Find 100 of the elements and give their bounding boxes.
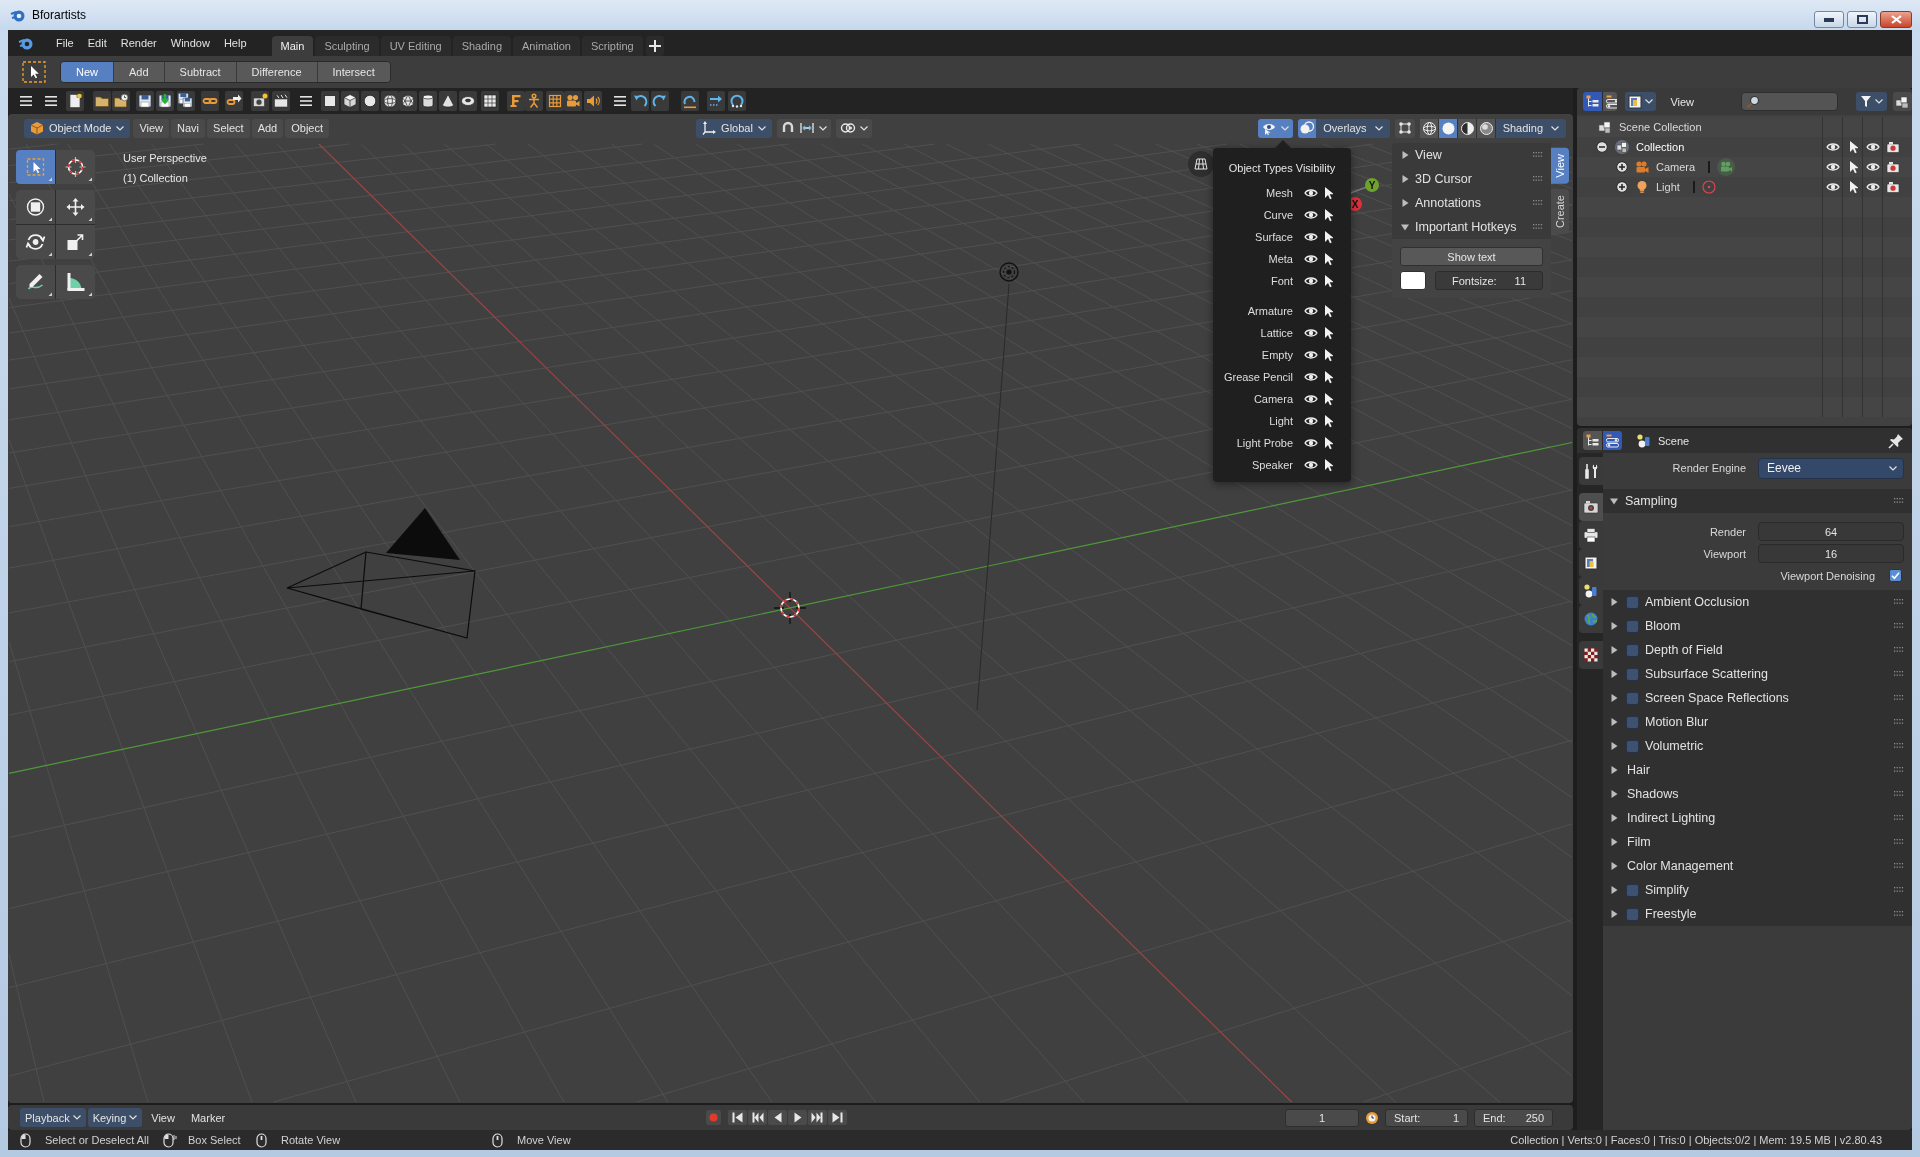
pointer-icon[interactable] xyxy=(1323,370,1333,384)
eye-icon[interactable] xyxy=(1304,350,1318,360)
checkbox[interactable] xyxy=(1626,643,1639,657)
eye-icon[interactable] xyxy=(1304,210,1318,220)
checkbox[interactable] xyxy=(1626,907,1639,921)
wireframe-sphere-icon[interactable] xyxy=(1419,118,1439,138)
sidebar-tab[interactable]: View xyxy=(1551,148,1569,184)
boolean-mode-button[interactable]: Difference xyxy=(235,62,317,82)
eye-icon[interactable] xyxy=(1304,306,1318,316)
folder-icon[interactable] xyxy=(93,91,111,111)
rendered-sphere-icon[interactable] xyxy=(1476,118,1496,138)
search-field[interactable] xyxy=(1741,92,1838,111)
eye-icon[interactable] xyxy=(1304,328,1318,338)
workspace-tab[interactable]: Sculpting xyxy=(315,36,379,56)
toggle-list-icon[interactable] xyxy=(1603,92,1618,111)
end-frame-field[interactable]: End: 250 xyxy=(1474,1108,1553,1127)
cube-icon[interactable] xyxy=(341,91,359,111)
jump-to-start-icon[interactable] xyxy=(728,1110,747,1125)
camera-icon[interactable] xyxy=(564,91,582,111)
eye-icon[interactable] xyxy=(1825,142,1840,152)
move-arrows-icon[interactable] xyxy=(56,190,95,224)
repeat-icon[interactable] xyxy=(681,91,699,111)
perspective-grid-icon[interactable] xyxy=(1188,151,1214,177)
boolean-mode-button[interactable]: Add xyxy=(113,62,164,82)
pointer-icon[interactable] xyxy=(1323,414,1333,428)
close-button[interactable] xyxy=(1880,11,1912,28)
pointer-icon[interactable] xyxy=(1323,458,1333,472)
outliner-row[interactable]: Scene Collection xyxy=(1577,117,1912,137)
checkbox[interactable] xyxy=(1626,595,1639,609)
chain-link-icon[interactable] xyxy=(201,91,219,111)
object-types-dropdown[interactable] xyxy=(1258,118,1294,138)
render-camera-icon[interactable] xyxy=(1885,141,1900,153)
pointer-icon[interactable] xyxy=(1323,274,1333,288)
globe-icon[interactable] xyxy=(1577,605,1603,633)
checkbox[interactable] xyxy=(1626,691,1639,705)
number-field[interactable]: 16 xyxy=(1758,544,1904,563)
cylinder-icon[interactable] xyxy=(419,91,437,111)
pointer-icon[interactable] xyxy=(1847,180,1858,194)
checkbox[interactable] xyxy=(1626,667,1639,681)
ruler-icon[interactable] xyxy=(56,265,95,299)
eye-icon[interactable] xyxy=(1304,188,1318,198)
plane-icon[interactable] xyxy=(321,91,339,111)
header-menu[interactable]: View xyxy=(133,118,170,138)
pencil-icon[interactable] xyxy=(16,265,55,299)
minimize-button[interactable] xyxy=(1814,11,1844,28)
header-menu[interactable]: Navi xyxy=(171,118,206,138)
boolean-mode-button[interactable]: Subtract xyxy=(163,62,236,82)
eye-icon[interactable] xyxy=(1304,394,1318,404)
circle-icon[interactable] xyxy=(361,91,379,111)
orientation-dropdown[interactable]: Global xyxy=(696,118,772,138)
timeline-menu[interactable]: View xyxy=(144,1107,182,1128)
overlay-toggle[interactable] xyxy=(1298,118,1317,138)
speaker-icon[interactable] xyxy=(584,91,602,111)
play-icon[interactable] xyxy=(788,1110,807,1125)
new-file-icon[interactable] xyxy=(66,91,84,111)
menu-item[interactable]: Help xyxy=(216,33,254,53)
checkbox[interactable] xyxy=(1626,739,1639,753)
pointer-icon[interactable] xyxy=(1323,304,1333,318)
panel-header[interactable]: View xyxy=(1392,143,1551,167)
eye-icon[interactable] xyxy=(1865,182,1880,192)
eye-icon[interactable] xyxy=(1825,182,1840,192)
shading-dropdown[interactable]: Shading xyxy=(1495,118,1566,138)
loop-icon[interactable] xyxy=(728,91,746,111)
eye-icon[interactable] xyxy=(1304,254,1318,264)
workspace-tab[interactable]: UV Editing xyxy=(380,36,451,56)
cursor-target-icon[interactable] xyxy=(56,150,95,184)
maximize-button[interactable] xyxy=(1847,11,1877,28)
timeline-dropdown[interactable]: Playback xyxy=(20,1108,86,1127)
mode-dropdown[interactable]: Object Mode xyxy=(24,118,131,138)
pointer-icon[interactable] xyxy=(1323,208,1333,222)
render-camera-icon[interactable] xyxy=(1885,181,1900,193)
number-field[interactable]: 64 xyxy=(1758,522,1904,541)
font-icon[interactable] xyxy=(507,91,525,111)
timeline-dropdown[interactable]: Keying xyxy=(87,1108,143,1127)
checkbox[interactable] xyxy=(1889,569,1902,582)
header-menu[interactable]: Add xyxy=(251,118,284,138)
checkbox[interactable] xyxy=(1626,619,1639,633)
panel-header[interactable]: Annotations xyxy=(1392,191,1551,215)
pointer-icon[interactable] xyxy=(1323,392,1333,406)
floppy-copy-icon[interactable] xyxy=(177,91,195,111)
cone-icon[interactable] xyxy=(439,91,457,111)
checkbox[interactable] xyxy=(1626,883,1639,897)
panel-header[interactable]: 3D Cursor xyxy=(1392,167,1551,191)
eye-icon[interactable] xyxy=(1304,276,1318,286)
rotate-icon[interactable] xyxy=(16,225,55,259)
header-menu[interactable]: Select xyxy=(207,118,250,138)
collapse-icon[interactable] xyxy=(1596,141,1608,153)
render-engine-dropdown[interactable]: Eevee xyxy=(1758,457,1904,479)
boolean-mode-button[interactable]: New xyxy=(61,62,113,82)
torus-icon[interactable] xyxy=(459,91,477,111)
menu-item[interactable]: Render xyxy=(113,33,164,53)
ring-dot-icon[interactable] xyxy=(1701,180,1716,194)
snap-dropdown[interactable] xyxy=(776,118,831,138)
eye-icon[interactable] xyxy=(1304,372,1318,382)
workspace-tab[interactable]: Main xyxy=(271,36,314,56)
plus-icon[interactable] xyxy=(645,36,664,56)
floppy-arrow-icon[interactable] xyxy=(156,91,174,111)
clapperboard-icon[interactable] xyxy=(272,91,290,111)
sphere-icon[interactable] xyxy=(381,91,399,111)
jump-to-end-icon[interactable] xyxy=(828,1110,847,1125)
